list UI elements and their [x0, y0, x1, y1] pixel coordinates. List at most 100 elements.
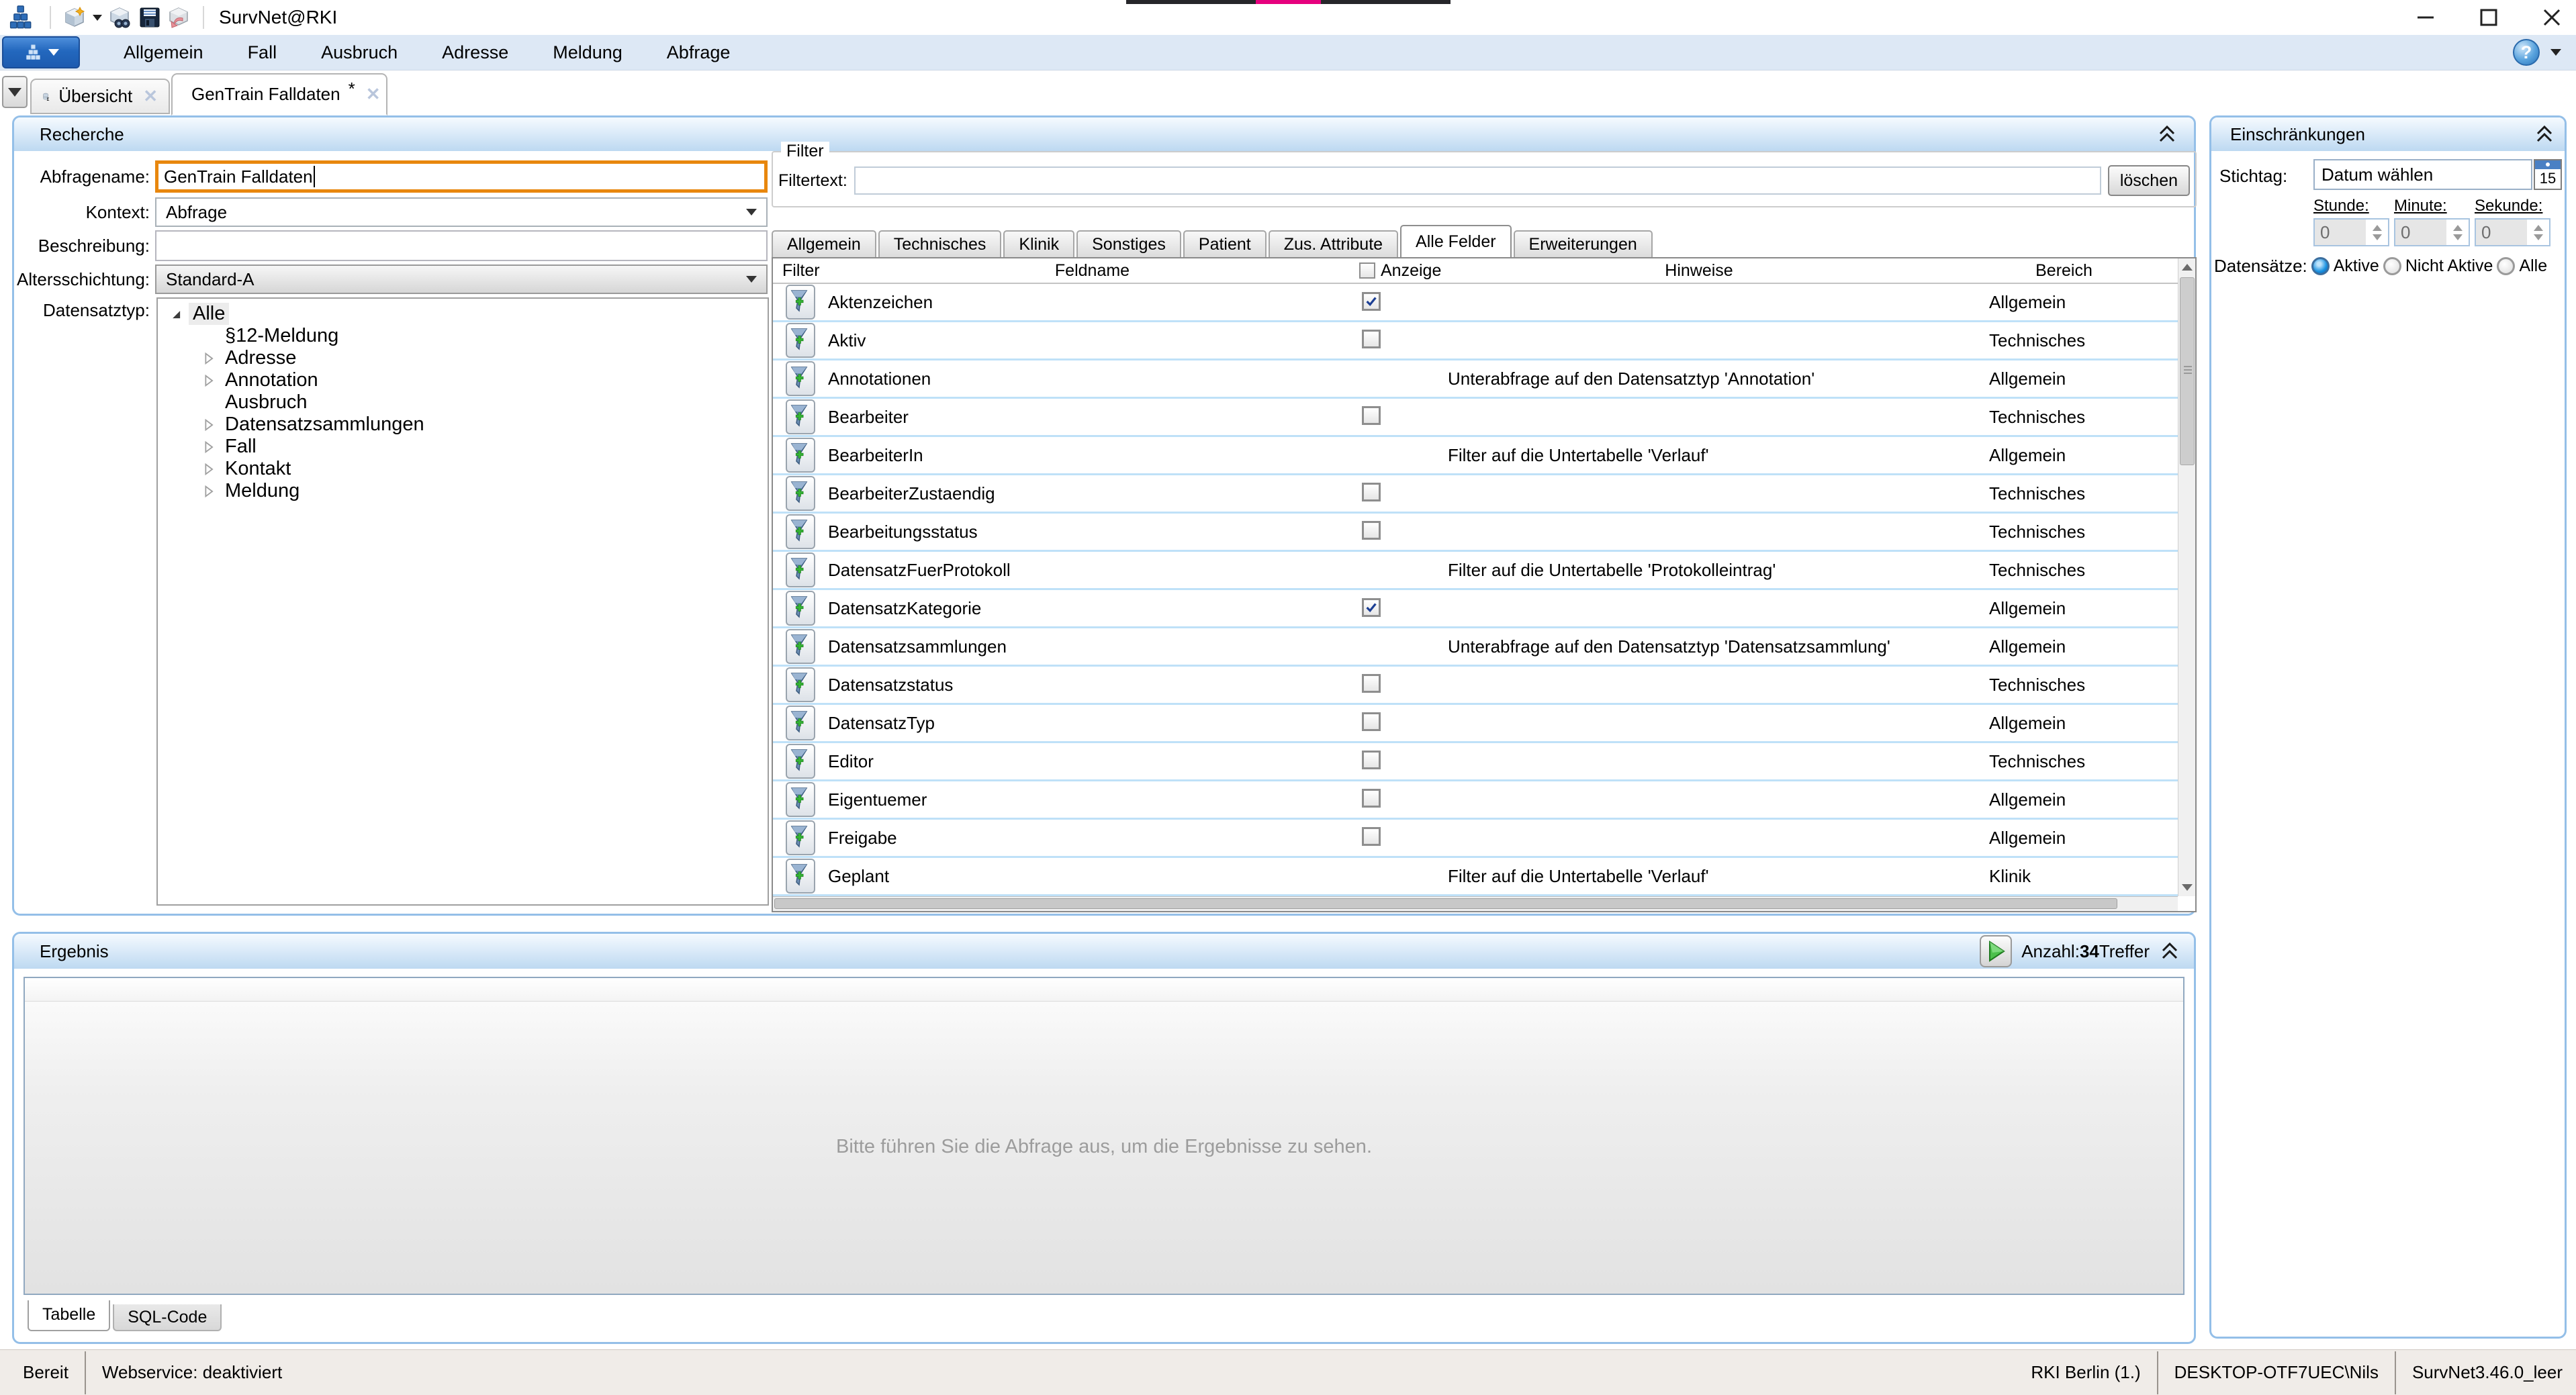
anzeige-checkbox[interactable]: [1362, 521, 1381, 540]
save-icon[interactable]: [138, 6, 161, 29]
field-tab[interactable]: Zus. Attribute: [1269, 230, 1398, 257]
filter-add-icon[interactable]: [786, 361, 815, 396]
calendar-icon[interactable]: 15: [2534, 159, 2562, 190]
table-row[interactable]: DatensatzFuerProtokollFilter auf die Unt…: [773, 552, 2178, 590]
filter-add-icon[interactable]: [786, 591, 815, 626]
table-row[interactable]: AnnotationenUnterabfrage auf den Datensa…: [773, 360, 2178, 399]
help-dropdown-icon[interactable]: [2550, 49, 2561, 56]
abfragename-input[interactable]: GenTrain Falldaten: [155, 160, 768, 193]
tab-close-icon[interactable]: ✕: [366, 84, 381, 105]
filter-add-icon[interactable]: [786, 744, 815, 779]
filter-add-icon[interactable]: [786, 399, 815, 434]
anzeige-checkbox[interactable]: [1362, 292, 1381, 311]
tree-item[interactable]: Alle: [158, 303, 768, 325]
tab-close-icon[interactable]: ✕: [143, 86, 158, 107]
tree-item[interactable]: Ausbruch: [158, 391, 768, 414]
menu-item-allgemein[interactable]: Allgemein: [101, 35, 226, 70]
filter-add-icon[interactable]: [786, 438, 815, 473]
filter-add-icon[interactable]: [786, 667, 815, 702]
scroll-up-icon[interactable]: [2178, 258, 2196, 276]
table-row[interactable]: DatensatzsammlungenUnterabfrage auf den …: [773, 628, 2178, 667]
radio-nicht-aktive[interactable]: [2383, 257, 2401, 275]
tree-item[interactable]: Fall: [158, 436, 768, 458]
filter-add-icon[interactable]: [786, 323, 815, 358]
tab-sql-code[interactable]: SQL-Code: [113, 1304, 222, 1331]
radio-aktive[interactable]: [2311, 257, 2330, 275]
field-tab[interactable]: Technisches: [878, 230, 1002, 257]
tree-item[interactable]: Annotation: [158, 369, 768, 391]
tree-expander-icon[interactable]: [201, 373, 216, 388]
filter-add-icon[interactable]: [786, 514, 815, 549]
help-icon[interactable]: ?: [2513, 39, 2540, 66]
tab-tabelle[interactable]: Tabelle: [28, 1300, 110, 1331]
scrollbar-thumb[interactable]: [2180, 277, 2195, 465]
tree-expander-icon[interactable]: [201, 351, 216, 366]
filter-add-icon[interactable]: [786, 629, 815, 664]
table-row[interactable]: EditorTechnisches: [773, 743, 2178, 781]
table-row[interactable]: GeplantFilter auf die Untertabelle 'Verl…: [773, 858, 2178, 896]
vertical-scrollbar[interactable]: [2178, 258, 2195, 896]
tab-uebersicht[interactable]: Σ Übersicht ✕: [30, 79, 170, 114]
revert-record-icon[interactable]: [168, 6, 191, 29]
app-menu-button[interactable]: [2, 36, 80, 68]
anzeige-checkbox[interactable]: [1362, 751, 1381, 769]
field-tab[interactable]: Sonstiges: [1076, 230, 1181, 257]
menu-item-meldung[interactable]: Meldung: [531, 35, 645, 70]
tab-list-dropdown-button[interactable]: [2, 76, 28, 108]
filtertext-input[interactable]: [854, 166, 2101, 195]
anzeige-checkbox[interactable]: [1362, 712, 1381, 731]
table-row[interactable]: DatensatzTypAllgemein: [773, 705, 2178, 743]
table-row[interactable]: BearbeiterInFilter auf die Untertabelle …: [773, 437, 2178, 475]
altersschichtung-select[interactable]: Standard-A: [155, 264, 768, 294]
new-record-icon[interactable]: [63, 6, 86, 29]
table-row[interactable]: FreigabeAllgemein: [773, 820, 2178, 858]
tree-expander-icon[interactable]: [201, 484, 216, 499]
table-row[interactable]: AktenzeichenAllgemein: [773, 284, 2178, 322]
tree-item[interactable]: Adresse: [158, 347, 768, 369]
minimize-button[interactable]: [2413, 5, 2438, 30]
collapse-chevron-icon[interactable]: [2156, 124, 2178, 145]
table-row[interactable]: EigentuemerAllgemein: [773, 781, 2178, 820]
menu-item-abfrage[interactable]: Abfrage: [645, 35, 753, 70]
run-query-button[interactable]: [1980, 935, 2012, 967]
maximize-button[interactable]: [2477, 5, 2501, 30]
table-row[interactable]: AktivTechnisches: [773, 322, 2178, 360]
new-record-dropdown-icon[interactable]: [93, 15, 102, 21]
table-row[interactable]: BearbeiterTechnisches: [773, 399, 2178, 437]
filter-add-icon[interactable]: [786, 706, 815, 740]
filter-add-icon[interactable]: [786, 285, 815, 320]
radio-alle[interactable]: [2497, 257, 2515, 275]
filter-add-icon[interactable]: [786, 859, 815, 894]
kontext-select[interactable]: Abfrage: [155, 197, 768, 227]
collapse-chevron-icon[interactable]: [2534, 124, 2555, 145]
field-tab[interactable]: Allgemein: [772, 230, 876, 257]
beschreibung-input[interactable]: [155, 230, 768, 261]
time-spinner[interactable]: 0: [2313, 218, 2389, 246]
close-button[interactable]: [2540, 5, 2564, 30]
anzeige-checkbox[interactable]: [1362, 674, 1381, 693]
filter-add-icon[interactable]: [786, 476, 815, 511]
field-tab[interactable]: Patient: [1183, 230, 1267, 257]
loeschen-button[interactable]: löschen: [2108, 165, 2190, 196]
time-spinner-arrows[interactable]: [2446, 220, 2469, 245]
filter-add-icon[interactable]: [786, 782, 815, 817]
tree-item[interactable]: Meldung: [158, 480, 768, 502]
field-tab[interactable]: Klinik: [1003, 230, 1074, 257]
scroll-down-icon[interactable]: [2178, 879, 2196, 896]
menu-item-ausbruch[interactable]: Ausbruch: [299, 35, 420, 70]
search-record-icon[interactable]: [109, 6, 132, 29]
menu-item-adresse[interactable]: Adresse: [420, 35, 531, 70]
tree-expander-icon[interactable]: [201, 440, 216, 454]
time-spinner[interactable]: 0: [2475, 218, 2550, 246]
filter-add-icon[interactable]: [786, 552, 815, 587]
table-row[interactable]: BearbeitungsstatusTechnisches: [773, 514, 2178, 552]
tree-expander-icon[interactable]: [201, 462, 216, 477]
anzeige-checkbox[interactable]: [1362, 827, 1381, 846]
stichtag-date-input[interactable]: Datum wählen: [2313, 159, 2532, 190]
field-tab[interactable]: Erweiterungen: [1514, 230, 1653, 257]
table-row[interactable]: DatensatzKategorieAllgemein: [773, 590, 2178, 628]
menu-item-fall[interactable]: Fall: [226, 35, 300, 70]
scrollbar-thumb[interactable]: [774, 898, 2117, 909]
time-spinner[interactable]: 0: [2394, 218, 2470, 246]
anzeige-checkbox[interactable]: [1362, 598, 1381, 617]
